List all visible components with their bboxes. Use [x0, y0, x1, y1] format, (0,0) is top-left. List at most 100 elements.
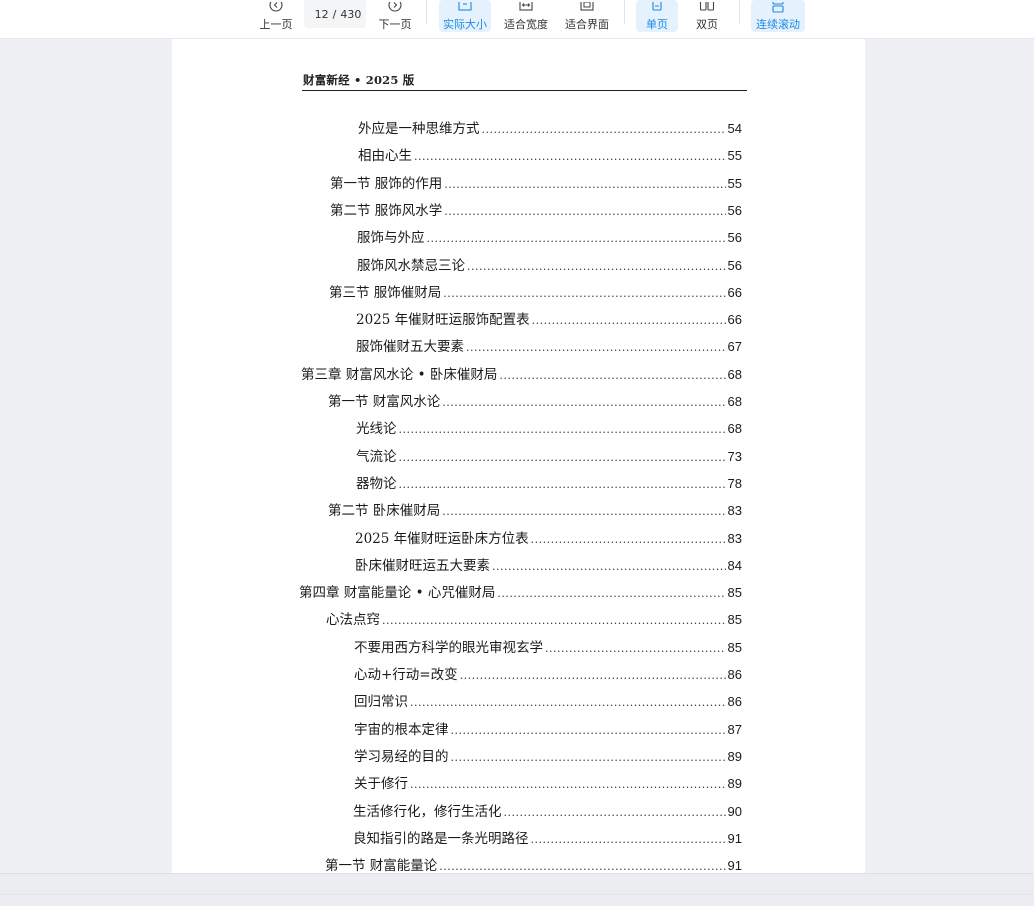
toolbar-divider	[426, 0, 427, 24]
toc-entry[interactable]: 卧床催财旺运五大要素 84	[355, 556, 742, 576]
toc-entry[interactable]: 关于修行 89	[354, 774, 742, 794]
toc-leader-dots	[497, 584, 725, 604]
toc-entry[interactable]: 第四章 财富能量论 • 心咒催财局 85	[299, 583, 742, 603]
toc-leader-dots	[466, 338, 726, 358]
toc-entry[interactable]: 学习易经的目的 89	[354, 747, 742, 767]
prev-page-button[interactable]: 上一页	[258, 0, 294, 32]
toc-entry-title: 生活修行化，修行生活化	[353, 804, 502, 820]
toc-leader-dots	[545, 639, 726, 659]
toc-entry-title: 关于修行	[354, 776, 408, 792]
toc-leader-dots	[414, 147, 726, 167]
toc-entry[interactable]: 第二节 服饰风水学 56	[330, 201, 742, 221]
toc-entry[interactable]: 气流论 73	[356, 447, 742, 467]
toc-entry-title: 宇宙的根本定律	[354, 722, 449, 738]
current-page-input[interactable]	[308, 7, 329, 21]
toc-entry[interactable]: 生活修行化，修行生活化 90	[353, 802, 742, 822]
toc-entry-page-number: 87	[727, 722, 742, 737]
toc-entry-page-number: 73	[727, 449, 742, 464]
next-page-button[interactable]: 下一页	[377, 0, 413, 32]
toc-leader-dots	[410, 775, 726, 795]
toc-entry-title: 2025 年催财旺运卧床方位表	[355, 531, 529, 547]
toc-entry-page-number: 68	[727, 421, 742, 436]
toc-entry[interactable]: 服饰风水禁忌三论 56	[357, 256, 742, 276]
toc-leader-dots	[532, 311, 726, 331]
toc-entry[interactable]: 心法点窍 85	[326, 610, 742, 630]
continuous-scroll-button[interactable]: 连续滚动	[751, 0, 805, 32]
toc-entry-page-number: 89	[727, 749, 742, 764]
toc-entry-page-number: 90	[727, 804, 742, 819]
toc-entry-title: 服饰催财五大要素	[356, 339, 464, 355]
toc-entry-page-number: 85	[727, 612, 742, 627]
toc-entry-page-number: 86	[727, 694, 742, 709]
toc-entry[interactable]: 器物论 78	[356, 474, 742, 494]
fit-page-button[interactable]: 适合界面	[561, 0, 613, 32]
toc-leader-dots	[427, 229, 726, 249]
chevron-left-circle-icon	[268, 2, 284, 16]
toc-entry-page-number: 86	[727, 667, 742, 682]
toc-entry[interactable]: 第三章 财富风水论 • 卧床催财局 68	[301, 365, 742, 385]
toc-entry-page-number: 55	[727, 148, 742, 163]
toc-entry[interactable]: 回归常识 86	[354, 692, 742, 712]
toc-entry[interactable]: 相由心生 55	[358, 146, 742, 166]
fit-width-label: 适合宽度	[504, 18, 548, 31]
toc-entry[interactable]: 第三节 服饰催财局 66	[329, 283, 742, 303]
toc-entry-page-number: 66	[727, 312, 742, 327]
toc-entry-page-number: 68	[727, 367, 742, 382]
actual-size-label: 实际大小	[443, 18, 487, 31]
toc-entry[interactable]: 不要用西方科学的眼光审视玄学 85	[354, 638, 742, 658]
continuous-scroll-label: 连续滚动	[756, 18, 800, 31]
toc-entry-page-number: 55	[727, 176, 742, 191]
toc-entry[interactable]: 第一节 服饰的作用 55	[330, 174, 742, 194]
toc-leader-dots	[410, 693, 726, 713]
toc-leader-dots	[451, 748, 726, 768]
toc-leader-dots	[442, 393, 725, 413]
toolbar-divider	[624, 0, 625, 24]
toc-leader-dots	[467, 257, 726, 277]
toc-entry-title: 光线论	[356, 421, 397, 437]
toc-entry-title: 服饰与外应	[357, 230, 425, 246]
toc-entry[interactable]: 2025 年催财旺运服饰配置表 66	[356, 310, 742, 330]
toc-entry[interactable]: 光线论 68	[356, 419, 742, 439]
toc-leader-dots	[531, 530, 726, 550]
fit-width-button[interactable]: 适合宽度	[500, 0, 552, 32]
reader-toolbar: 上一页 / 430 下一页 实际大小 适合宽度 适合界面 单页	[0, 0, 1034, 39]
toc-entry-page-number: 56	[727, 203, 742, 218]
toc-entry[interactable]: 第二节 卧床催财局 83	[328, 501, 742, 521]
toc-entry-page-number: 89	[727, 776, 742, 791]
single-page-icon	[649, 2, 665, 16]
toc-entry-title: 卧床催财旺运五大要素	[355, 558, 490, 574]
toc-leader-dots	[531, 830, 726, 850]
actual-size-button[interactable]: 实际大小	[439, 0, 491, 32]
toc-entry[interactable]: 第一节 财富风水论 68	[328, 392, 742, 412]
single-page-button[interactable]: 单页	[636, 0, 678, 32]
toc-entry[interactable]: 良知指引的路是一条光明路径 91	[353, 829, 742, 849]
toc-entry-page-number: 67	[727, 339, 742, 354]
toc-entry-page-number: 68	[727, 394, 742, 409]
toc-leader-dots	[444, 175, 725, 195]
header-rule	[302, 90, 747, 91]
toc-entry[interactable]: 服饰与外应 56	[357, 228, 742, 248]
toc-entry[interactable]: 2025 年催财旺运卧床方位表 83	[355, 529, 742, 549]
toc-entry[interactable]: 外应是一种思维方式 54	[358, 119, 742, 139]
double-page-button[interactable]: 双页	[686, 0, 728, 32]
toc-entry-page-number: 78	[727, 476, 742, 491]
toc-entry-title: 外应是一种思维方式	[358, 121, 480, 137]
toc-entry[interactable]: 心动+行动=改变 86	[354, 665, 742, 685]
document-page[interactable]: 财富新经 • 2025 版 外应是一种思维方式54相由心生55第一节 服饰的作用…	[172, 39, 865, 873]
toc-entry[interactable]: 第一节 财富能量论 91	[325, 856, 742, 873]
toc-entry-title: 第一节 财富风水论	[328, 394, 441, 410]
next-page-label: 下一页	[378, 18, 412, 31]
toc-leader-dots	[442, 502, 725, 522]
single-page-label: 单页	[646, 18, 668, 31]
toc-entry-title: 良知指引的路是一条光明路径	[353, 831, 529, 847]
toc-entry-title: 心法点窍	[326, 612, 380, 628]
toc-entry[interactable]: 宇宙的根本定律 87	[354, 720, 742, 740]
toc-entry-title: 相由心生	[358, 148, 412, 164]
toc-entry-title: 气流论	[356, 449, 397, 465]
continuous-scroll-icon	[770, 2, 786, 16]
toc-entry[interactable]: 服饰催财五大要素 67	[356, 337, 742, 357]
actual-size-icon	[457, 2, 473, 16]
toc-leader-dots	[460, 666, 726, 686]
double-page-icon	[699, 2, 715, 16]
toc-entry-page-number: 85	[727, 640, 742, 655]
